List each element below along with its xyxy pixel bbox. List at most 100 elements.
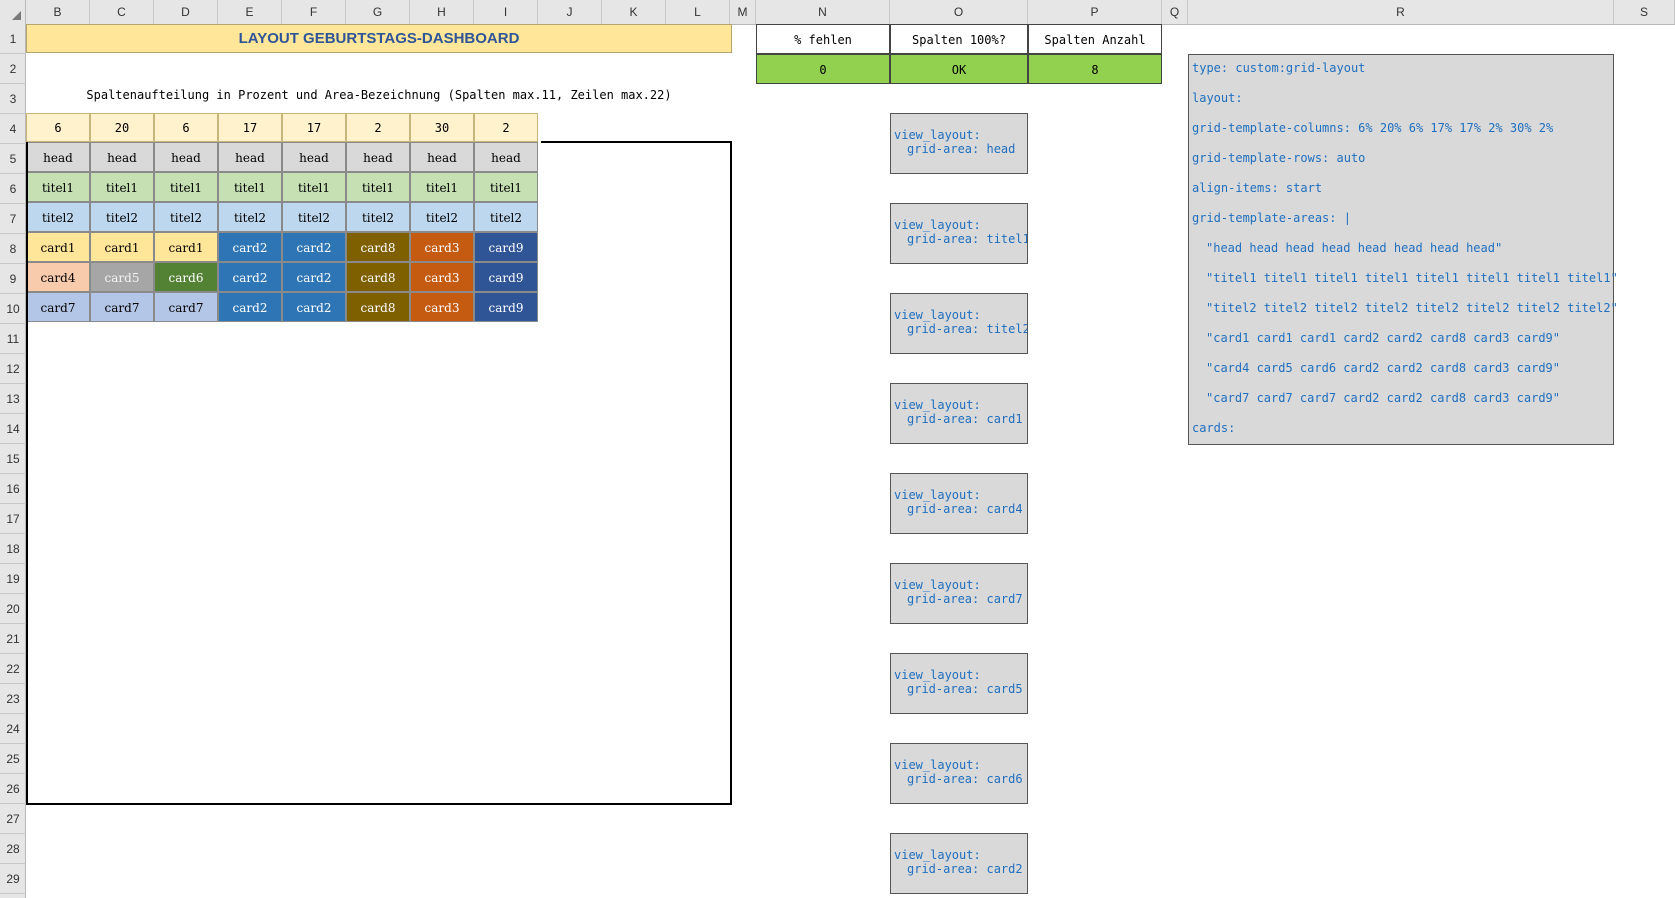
view-layout-box[interactable]: view_layout: grid-area: titel2 (890, 293, 1028, 354)
column-header-i[interactable]: I (474, 0, 538, 24)
row-header-28[interactable]: 28 (0, 834, 26, 864)
column-header-s[interactable]: S (1614, 0, 1675, 24)
row-header-21[interactable]: 21 (0, 624, 26, 654)
view-layout-box[interactable]: view_layout: grid-area: card6 (890, 743, 1028, 804)
row-header-4[interactable]: 4 (0, 114, 26, 144)
row-header-19[interactable]: 19 (0, 564, 26, 594)
select-all-button[interactable] (0, 0, 26, 24)
status-value-1[interactable]: OK (890, 54, 1028, 84)
column-percent-cell[interactable]: 17 (218, 113, 282, 142)
preview-frame-right-edge (730, 141, 732, 805)
yaml-line: "titel1 titel1 titel1 titel1 titel1 tite… (1206, 271, 1618, 285)
yaml-line: cards: (1192, 421, 1236, 435)
row-header-1[interactable]: 1 (0, 24, 26, 54)
row-header-29[interactable]: 29 (0, 864, 26, 894)
row-header-24[interactable]: 24 (0, 714, 26, 744)
view-layout-box[interactable]: view_layout: grid-area: card2 (890, 833, 1028, 894)
grid-area-value: grid-area: card6 (907, 772, 1023, 786)
row-header-18[interactable]: 18 (0, 534, 26, 564)
column-header-q[interactable]: Q (1162, 0, 1188, 24)
column-header-f[interactable]: F (282, 0, 346, 24)
grid-area-value: grid-area: card1 (907, 412, 1023, 426)
column-header-l[interactable]: L (666, 0, 730, 24)
column-header-g[interactable]: G (346, 0, 410, 24)
yaml-line: "card7 card7 card7 card2 card2 card8 car… (1206, 391, 1561, 405)
yaml-line: "card4 card5 card6 card2 card2 card8 car… (1206, 361, 1561, 375)
column-header-r[interactable]: R (1188, 0, 1614, 24)
view-layout-box[interactable]: view_layout: grid-area: card7 (890, 563, 1028, 624)
row-header-10[interactable]: 10 (0, 294, 26, 324)
row-header-8[interactable]: 8 (0, 234, 26, 264)
status-value-0[interactable]: 0 (756, 54, 890, 84)
column-header-j[interactable]: J (538, 0, 602, 24)
row-header-20[interactable]: 20 (0, 594, 26, 624)
row-header-6[interactable]: 6 (0, 174, 26, 204)
column-header-c[interactable]: C (90, 0, 154, 24)
column-header-o[interactable]: O (890, 0, 1028, 24)
status-header-1: Spalten 100%? (890, 24, 1028, 54)
column-header-n[interactable]: N (756, 0, 890, 24)
yaml-line: grid-template-columns: 6% 20% 6% 17% 17%… (1192, 121, 1554, 135)
yaml-line: "card1 card1 card1 card2 card2 card8 car… (1206, 331, 1561, 345)
column-header-b[interactable]: B (26, 0, 90, 24)
select-all-triangle-icon (12, 11, 21, 20)
grid-area-value: grid-area: titel1 (907, 232, 1028, 246)
row-header-5[interactable]: 5 (0, 144, 26, 174)
row-header-23[interactable]: 23 (0, 684, 26, 714)
yaml-output-box[interactable]: type: custom:grid-layout layout: grid-temp… (1188, 54, 1625, 445)
view-layout-box[interactable]: view_layout: grid-area: card4 (890, 473, 1028, 534)
grid-area-value: grid-area: card2 (907, 862, 1023, 876)
row-header-15[interactable]: 15 (0, 444, 26, 474)
dashboard-title: LAYOUT GEBURTSTAGS-DASHBOARD (26, 24, 732, 53)
grid-area-value: grid-area: card4 (907, 502, 1023, 516)
status-header-2: Spalten Anzahl (1028, 24, 1162, 54)
column-header-p[interactable]: P (1028, 0, 1162, 24)
column-percent-cell[interactable]: 6 (26, 113, 90, 142)
row-header-17[interactable]: 17 (0, 504, 26, 534)
column-percent-cell[interactable]: 6 (154, 113, 218, 142)
grid-area-value: grid-area: head (907, 142, 1016, 156)
column-header-m[interactable]: M (730, 0, 756, 24)
row-header-25[interactable]: 25 (0, 744, 26, 774)
row-header-27[interactable]: 27 (0, 804, 26, 834)
row-header-26[interactable]: 26 (0, 774, 26, 804)
dashboard-subtitle: Spaltenaufteilung in Prozent und Area-Be… (86, 88, 672, 102)
row-header-14[interactable]: 14 (0, 414, 26, 444)
column-percent-cell[interactable]: 30 (410, 113, 474, 142)
column-header-h[interactable]: H (410, 0, 474, 24)
column-percent-cell[interactable]: 2 (346, 113, 410, 142)
column-percent-cell[interactable]: 17 (282, 113, 346, 142)
view-layout-box[interactable]: view_layout: grid-area: titel1 (890, 203, 1028, 264)
column-header-k[interactable]: K (602, 0, 666, 24)
grid-area-value: grid-area: card7 (907, 592, 1023, 606)
row-header-22[interactable]: 22 (0, 654, 26, 684)
yaml-line: "titel2 titel2 titel2 titel2 titel2 tite… (1206, 301, 1618, 315)
row-header-9[interactable]: 9 (0, 264, 26, 294)
column-percent-cell[interactable]: 2 (474, 113, 538, 142)
view-layout-key: view_layout: (894, 578, 981, 592)
view-layout-box[interactable]: view_layout: grid-area: card1 (890, 383, 1028, 444)
yaml-line: align-items: start (1192, 181, 1323, 195)
view-layout-box[interactable]: view_layout: grid-area: head (890, 113, 1028, 174)
grid-area-value: grid-area: titel2 (907, 322, 1028, 336)
row-header-3[interactable]: 3 (0, 84, 26, 114)
column-header-e[interactable]: E (218, 0, 282, 24)
row-header-12[interactable]: 12 (0, 354, 26, 384)
view-layout-key: view_layout: (894, 308, 981, 322)
row-header-11[interactable]: 11 (0, 324, 26, 354)
status-value-2[interactable]: 8 (1028, 54, 1162, 84)
yaml-line: grid-template-rows: auto (1192, 151, 1366, 165)
row-header-16[interactable]: 16 (0, 474, 26, 504)
view-layout-box[interactable]: view_layout: grid-area: card5 (890, 653, 1028, 714)
view-layout-key: view_layout: (894, 758, 981, 772)
view-layout-key: view_layout: (894, 218, 981, 232)
row-header-7[interactable]: 7 (0, 204, 26, 234)
column-header-d[interactable]: D (154, 0, 218, 24)
view-layout-key: view_layout: (894, 668, 981, 682)
column-percent-cell[interactable]: 20 (90, 113, 154, 142)
preview-frame-top-edge (541, 141, 732, 143)
yaml-line: "head head head head head head head head… (1206, 241, 1503, 255)
row-header-13[interactable]: 13 (0, 384, 26, 414)
row-header-2[interactable]: 2 (0, 54, 26, 84)
layout-preview-frame (26, 142, 732, 805)
